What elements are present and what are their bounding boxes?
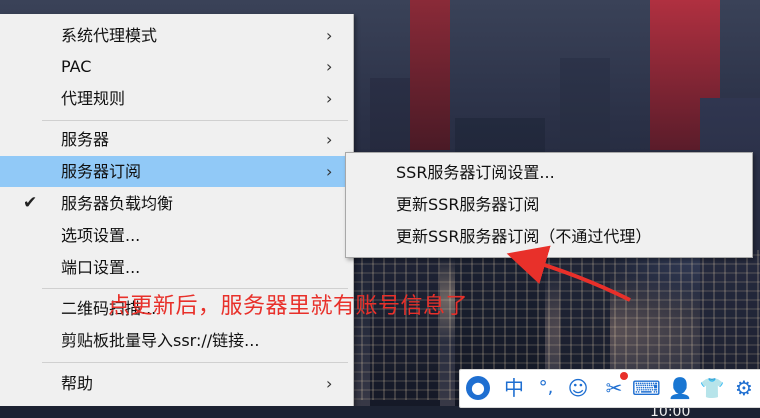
gear-icon[interactable]: ⚙ <box>730 374 758 402</box>
annotation-text: 点更新后，服务器里就有账号信息了 <box>108 294 469 319</box>
chinese-input-icon[interactable]: 中 <box>500 374 528 402</box>
notification-dot <box>620 372 628 380</box>
punctuation-icon[interactable]: °, <box>532 374 560 402</box>
user-icon[interactable]: ● <box>466 376 490 400</box>
emoji-icon[interactable]: ☺ <box>564 374 592 402</box>
keyboard-icon[interactable]: ⌨ <box>632 374 661 402</box>
ime-toolbar: ● 中 °, ☺ ✂ ⌨ 👤 👕 ⚙ <box>459 369 760 408</box>
shirt-icon[interactable]: 👕 <box>698 374 726 402</box>
person-icon[interactable]: 👤 <box>666 374 694 402</box>
annotation-arrow <box>506 245 631 302</box>
